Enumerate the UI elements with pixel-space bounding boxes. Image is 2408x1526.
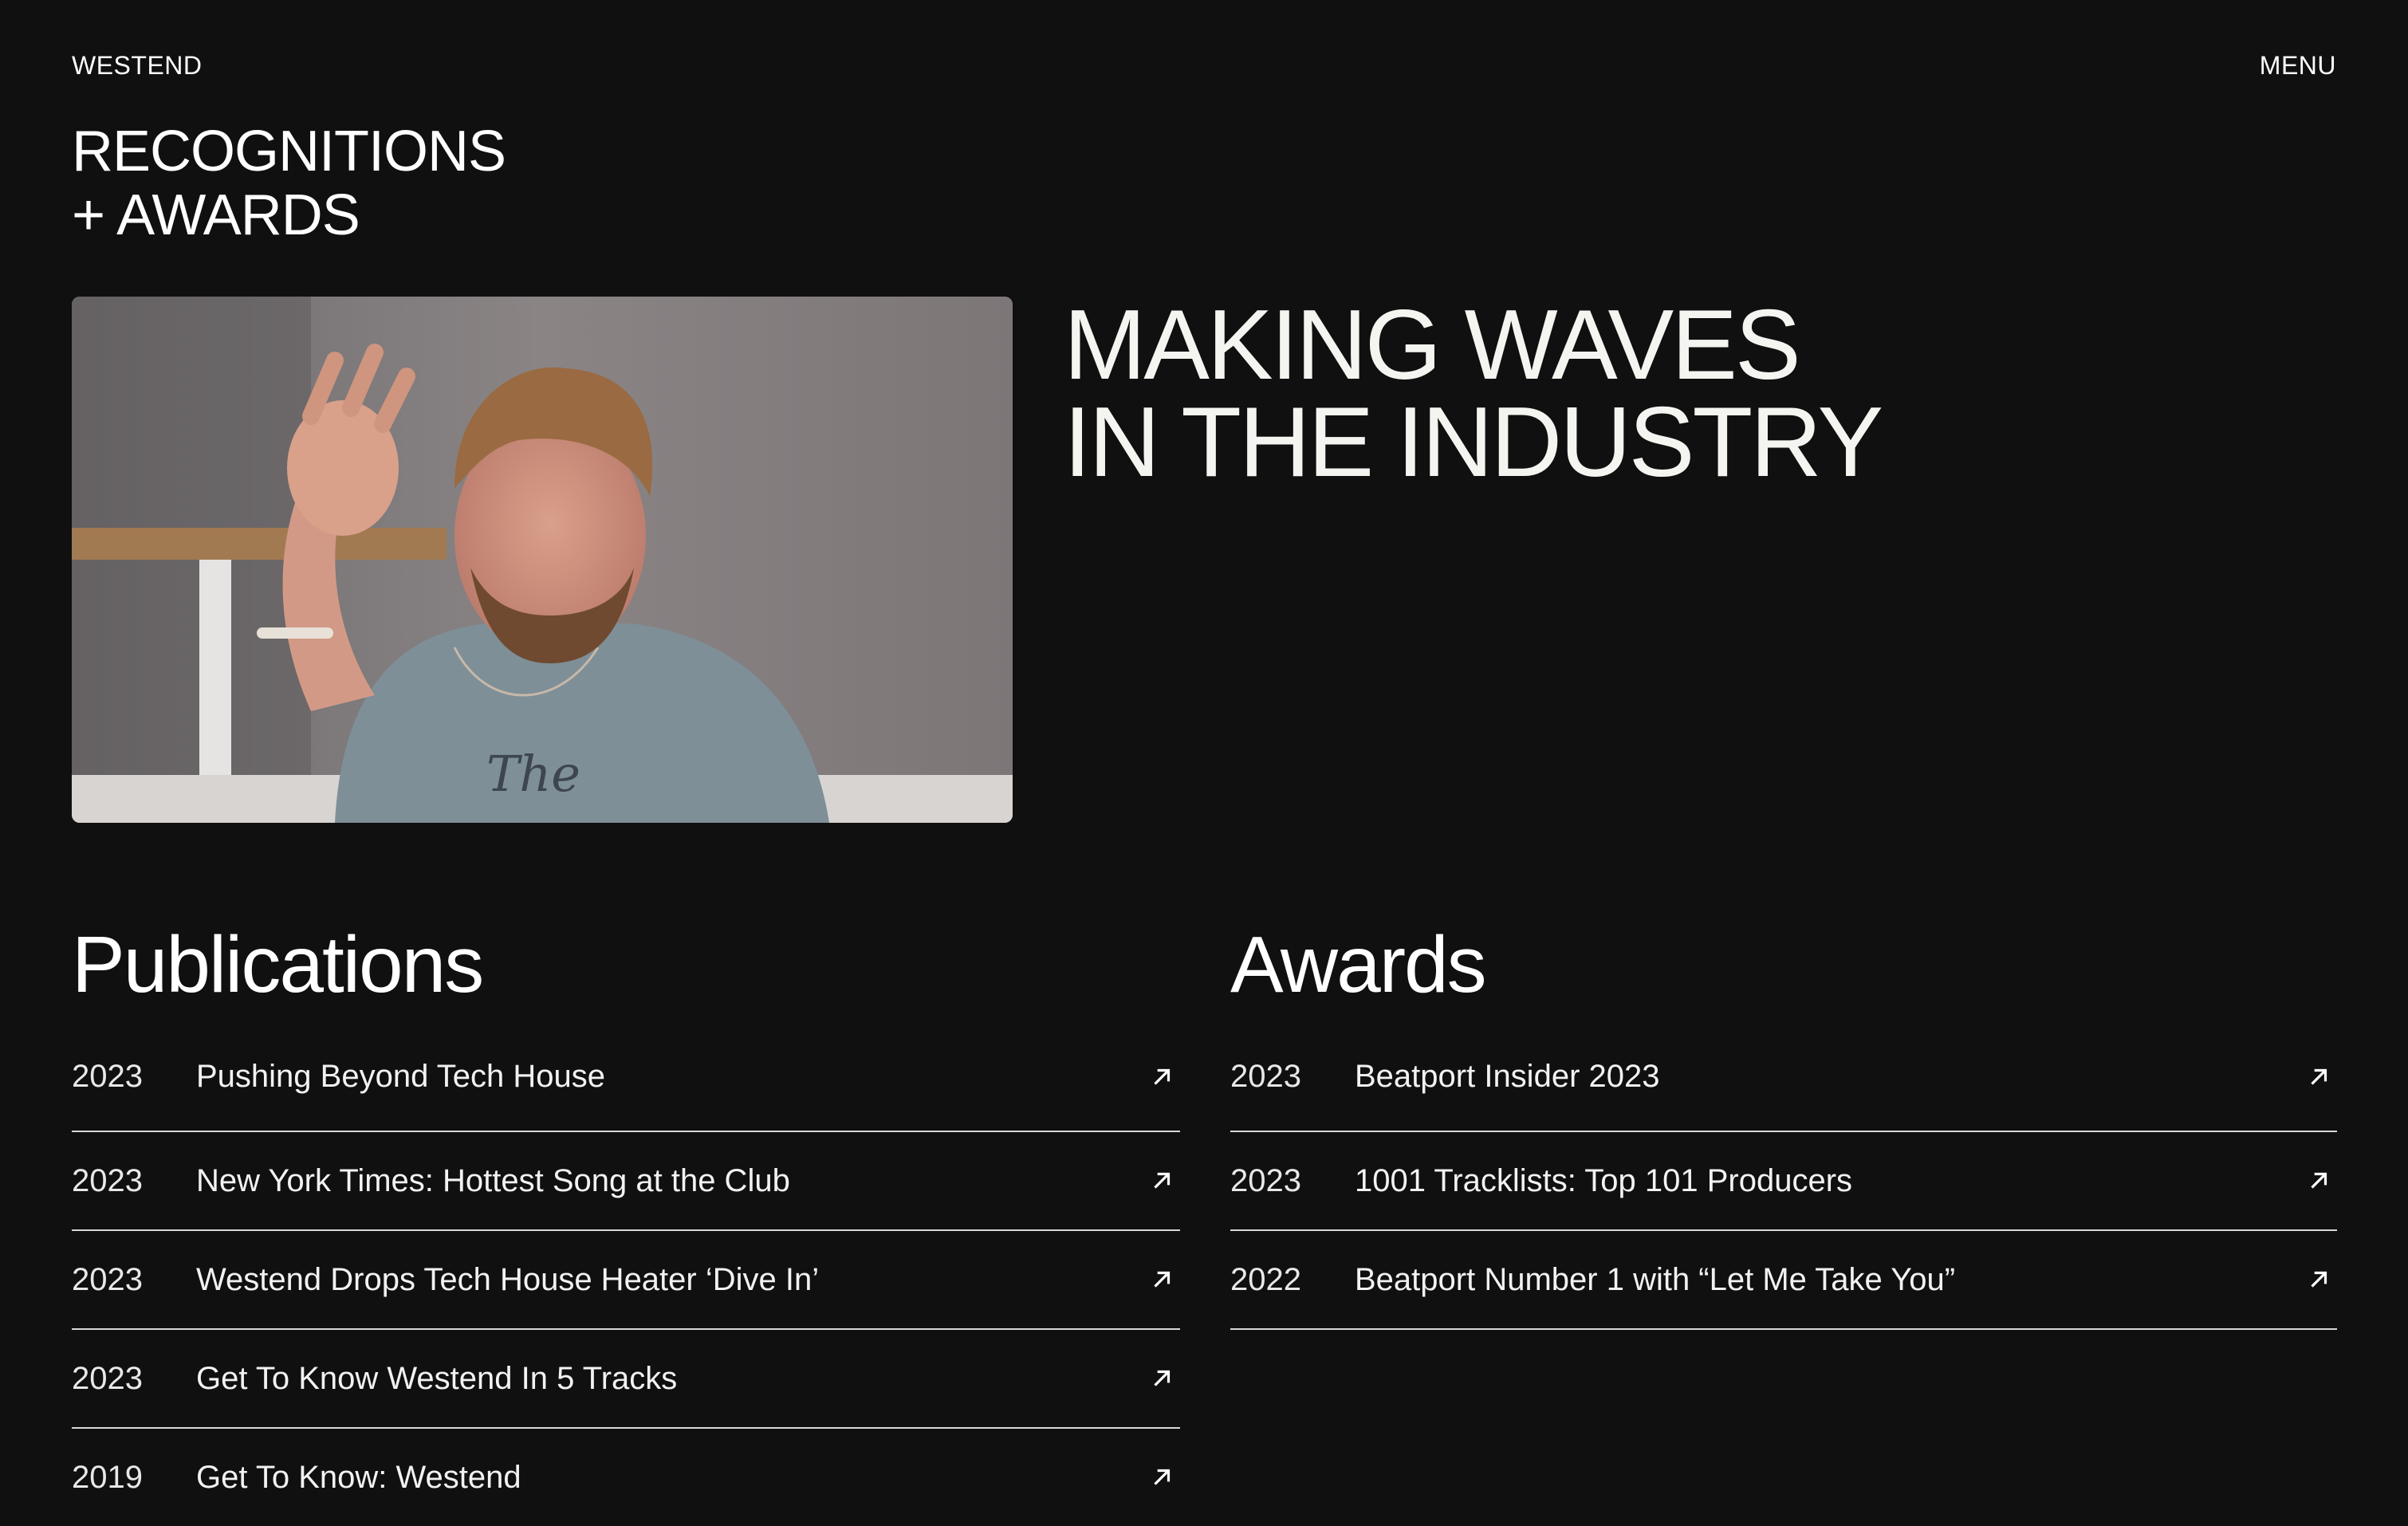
arrow-up-right-icon[interactable] — [2305, 1064, 2332, 1091]
publication-row[interactable]: 2023 Westend Drops Tech House Heater ‘Di… — [72, 1229, 1180, 1328]
award-year: 2023 — [1230, 1059, 1301, 1094]
award-row[interactable]: 2023 1001 Tracklists: Top 101 Producers — [1230, 1131, 2337, 1229]
svg-text:The: The — [486, 745, 580, 803]
hero-video-frame: The — [72, 297, 1013, 823]
publication-title: Pushing Beyond Tech House — [196, 1059, 605, 1094]
award-title: Beatport Insider 2023 — [1355, 1059, 1660, 1094]
page-title-line-2: + AWARDS — [72, 183, 360, 247]
publication-row[interactable]: 2023 New York Times: Hottest Song at the… — [72, 1131, 1180, 1229]
publication-title: Get To Know: Westend — [196, 1459, 521, 1495]
publication-year: 2023 — [72, 1059, 143, 1094]
publication-title: Westend Drops Tech House Heater ‘Dive In… — [196, 1261, 820, 1297]
page-title: RECOGNITIONS + AWARDS — [72, 120, 506, 247]
page-title-line-1: RECOGNITIONS — [72, 120, 506, 183]
awards-list: 2023 Beatport Insider 2023 2023 1001 Tra… — [1230, 1057, 2337, 1330]
hero-headline-line-1: MAKING WAVES — [1064, 290, 1801, 400]
awards-section: Awards 2023 Beatport Insider 2023 2023 1… — [1230, 917, 2337, 1330]
publication-year: 2023 — [72, 1360, 143, 1396]
arrow-up-right-icon[interactable] — [1148, 1464, 1175, 1491]
award-year: 2023 — [1230, 1162, 1301, 1198]
publication-row[interactable]: 2023 Pushing Beyond Tech House — [72, 1057, 1180, 1131]
award-year: 2022 — [1230, 1261, 1301, 1297]
publications-heading: Publications — [72, 920, 484, 1009]
publication-row[interactable]: 2019 Get To Know: Westend — [72, 1427, 1180, 1526]
arrow-up-right-icon[interactable] — [1148, 1167, 1175, 1194]
arrow-up-right-icon[interactable] — [2305, 1266, 2332, 1293]
publication-year: 2023 — [72, 1162, 143, 1198]
award-title: Beatport Number 1 with “Let Me Take You” — [1355, 1261, 1956, 1297]
hero-headline: MAKING WAVES IN THE INDUSTRY — [1064, 290, 1883, 498]
award-row[interactable]: 2022 Beatport Number 1 with “Let Me Take… — [1230, 1229, 2337, 1330]
award-title: 1001 Tracklists: Top 101 Producers — [1355, 1162, 1853, 1198]
menu-button[interactable]: MENU — [2260, 51, 2336, 81]
arrow-up-right-icon[interactable] — [1148, 1064, 1175, 1091]
arrow-up-right-icon[interactable] — [2305, 1167, 2332, 1194]
publications-list: 2023 Pushing Beyond Tech House 2023 New … — [72, 1057, 1180, 1526]
brand-logo-link[interactable]: WESTEND — [72, 51, 203, 81]
publication-title: Get To Know Westend In 5 Tracks — [196, 1360, 678, 1396]
hero-video[interactable]: The — [72, 297, 1013, 823]
award-row[interactable]: 2023 Beatport Insider 2023 — [1230, 1057, 2337, 1131]
publication-row[interactable]: 2023 Get To Know Westend In 5 Tracks — [72, 1328, 1180, 1427]
hero-headline-line-2: IN THE INDUSTRY — [1064, 387, 1883, 498]
awards-heading: Awards — [1230, 920, 1487, 1009]
publications-section: Publications 2023 Pushing Beyond Tech Ho… — [72, 917, 1180, 1526]
publication-year: 2019 — [72, 1459, 143, 1495]
arrow-up-right-icon[interactable] — [1148, 1266, 1175, 1293]
arrow-up-right-icon[interactable] — [1148, 1365, 1175, 1392]
publication-year: 2023 — [72, 1261, 143, 1297]
publication-title: New York Times: Hottest Song at the Club — [196, 1162, 790, 1198]
